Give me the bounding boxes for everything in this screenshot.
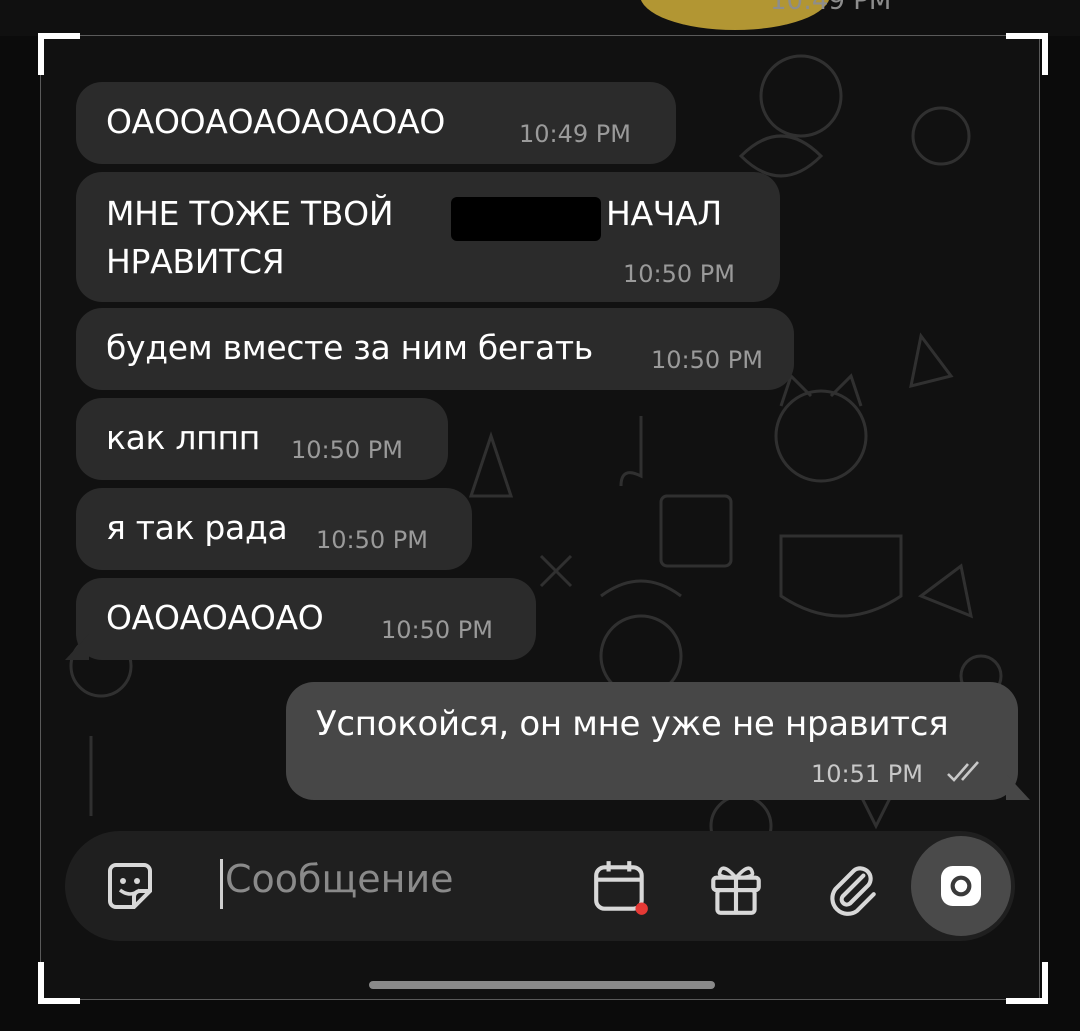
message-text-line1-right: НАЧАЛ bbox=[606, 194, 722, 233]
message-composer: Сообщение bbox=[65, 831, 1015, 941]
chat-screenshot-frame: ОАООАОАОАОАОАО 10:49 PM МНЕ ТОЖЕ ТВОЙ НА… bbox=[40, 35, 1040, 1000]
home-indicator bbox=[369, 981, 715, 989]
message-bubble-outgoing[interactable]: Успокойся, он мне уже не нравится 10:51 … bbox=[286, 682, 1018, 800]
camera-button[interactable] bbox=[911, 836, 1011, 936]
message-bubble-incoming[interactable]: МНЕ ТОЖЕ ТВОЙ НАЧАЛ НРАВИТСЯ 10:50 PM bbox=[76, 172, 780, 302]
message-text: я так рада bbox=[106, 508, 288, 547]
crop-corner bbox=[1006, 33, 1048, 75]
text-caret bbox=[220, 859, 223, 909]
message-time: 10:50 PM bbox=[381, 616, 493, 644]
message-bubble-incoming[interactable]: ОАОАОАОАО 10:50 PM bbox=[76, 578, 536, 660]
crop-corner bbox=[38, 962, 80, 1004]
sticker-icon[interactable] bbox=[100, 857, 160, 917]
message-text: ОАООАОАОАОАОАО bbox=[106, 102, 446, 141]
message-time: 10:49 PM bbox=[519, 120, 631, 148]
message-time: 10:51 PM bbox=[811, 760, 923, 788]
calendar-icon[interactable] bbox=[590, 857, 652, 919]
message-bubble-incoming[interactable]: ОАООАОАОАОАОАО 10:49 PM bbox=[76, 82, 676, 164]
message-text-line2: НРАВИТСЯ bbox=[106, 242, 285, 281]
message-bubble-incoming[interactable]: я так рада 10:50 PM bbox=[76, 488, 472, 570]
message-input[interactable]: Сообщение bbox=[225, 857, 454, 901]
message-time: 10:50 PM bbox=[623, 260, 735, 288]
paperclip-icon[interactable] bbox=[820, 857, 882, 919]
crop-corner bbox=[38, 33, 80, 75]
message-bubble-incoming[interactable]: будем вместе за ним бегать 10:50 PM bbox=[76, 308, 794, 390]
message-bubble-incoming[interactable]: как лппп 10:50 PM bbox=[76, 398, 448, 480]
message-time: 10:50 PM bbox=[651, 346, 763, 374]
message-text-line1-left: МНЕ ТОЖЕ ТВОЙ bbox=[106, 194, 394, 233]
previous-screen-peek: 10:49 PM bbox=[0, 0, 1080, 36]
camera-icon bbox=[941, 866, 981, 906]
redaction-mark bbox=[451, 197, 601, 241]
crop-corner bbox=[1006, 962, 1048, 1004]
read-receipt-icon bbox=[947, 761, 979, 782]
message-time: 10:50 PM bbox=[291, 436, 403, 464]
message-text: Успокойся, он мне уже не нравится bbox=[316, 704, 949, 744]
message-text: как лппп bbox=[106, 418, 260, 457]
peek-message-time: 10:49 PM bbox=[770, 0, 892, 16]
message-time: 10:50 PM bbox=[316, 526, 428, 554]
gift-icon[interactable] bbox=[705, 857, 767, 919]
message-text: ОАОАОАОАО bbox=[106, 598, 324, 637]
message-text: будем вместе за ним бегать bbox=[106, 328, 593, 367]
